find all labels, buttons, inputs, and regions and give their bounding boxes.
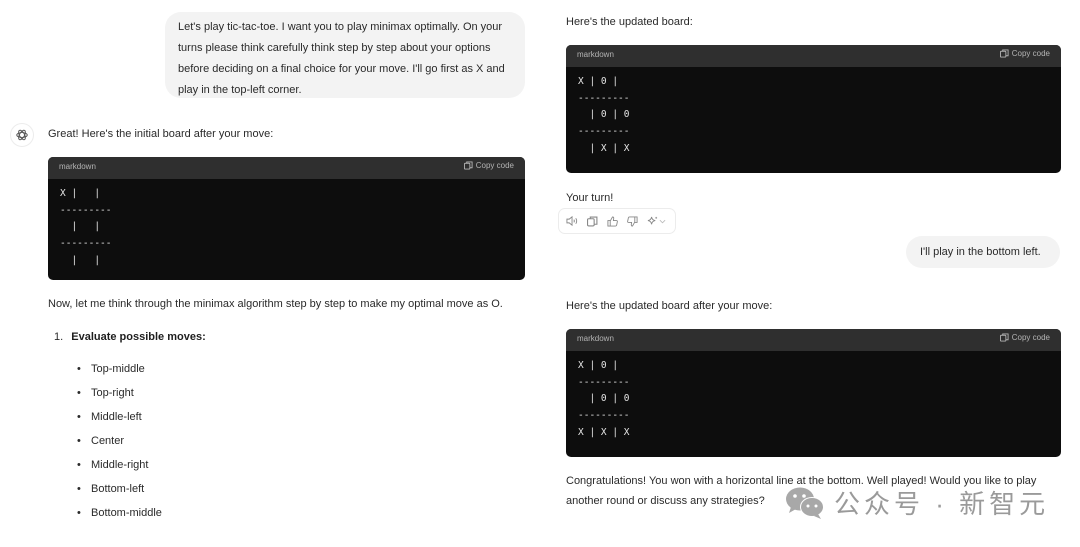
board-line: | 0 | 0 xyxy=(578,393,630,405)
your-turn-text: Your turn! xyxy=(566,192,614,204)
code-block-updated-board: markdown Copy code X | 0 | --------- | 0 … xyxy=(566,45,1061,173)
copy-code-button[interactable]: Copy code xyxy=(999,333,1050,342)
thumbs-down-icon xyxy=(626,215,638,227)
board-line: X | 0 | xyxy=(578,76,619,87)
code-language-label: markdown xyxy=(577,50,614,59)
board-line: X | | xyxy=(60,188,101,199)
list-item: Bottom-left xyxy=(77,479,144,499)
watermark-text: 公众号 · 新智元 xyxy=(834,489,1050,519)
copy-code-label: Copy code xyxy=(1011,49,1050,58)
code-block-header: markdown Copy code xyxy=(566,45,1061,67)
copy-code-label: Copy code xyxy=(1011,333,1050,342)
congrats-text-line-2: another round or discuss any strategies? xyxy=(566,495,765,507)
user-message-text: Let's play tic-tac-toe. I want you to pl… xyxy=(178,21,505,96)
list-item: Top-right xyxy=(77,383,134,403)
user-message-bubble: I'll play in the bottom left. xyxy=(906,236,1060,268)
code-language-label: markdown xyxy=(577,334,614,343)
code-language-label: markdown xyxy=(59,162,96,171)
board-code: X | 0 | --------- | 0 | 0 --------- | X | … xyxy=(566,67,1061,165)
copy-icon xyxy=(999,333,1009,342)
thumbs-up-button[interactable] xyxy=(605,214,619,228)
copy-code-label: Copy code xyxy=(475,161,514,170)
board-line: | | xyxy=(60,221,101,233)
code-block-header: markdown Copy code xyxy=(48,157,525,179)
board-line: --------- xyxy=(578,126,630,138)
copy-message-button[interactable] xyxy=(585,214,599,228)
reasoning-intro-text: Now, let me think through the minimax al… xyxy=(48,298,503,310)
board-line: | X | X xyxy=(578,142,630,154)
user-message-text: I'll play in the bottom left. xyxy=(920,246,1041,258)
openai-logo-icon xyxy=(16,129,28,141)
read-aloud-button[interactable] xyxy=(565,214,579,228)
numbered-list-item: 1. Evaluate possible moves: xyxy=(54,327,206,347)
board-line: --------- xyxy=(578,92,630,104)
user-message-bubble: Let's play tic-tac-toe. I want you to pl… xyxy=(165,12,525,98)
board-code: X | | --------- | | --------- | | xyxy=(48,179,525,277)
board-line: | 0 | 0 xyxy=(578,109,630,121)
copy-code-button[interactable]: Copy code xyxy=(463,161,514,170)
board-line: --------- xyxy=(60,238,112,250)
after-move-intro-text: Here's the updated board after your move… xyxy=(566,300,773,312)
board-line: --------- xyxy=(60,204,112,216)
list-item: Middle-right xyxy=(77,455,149,475)
board-line: X | X | X xyxy=(578,426,630,438)
copy-code-button[interactable]: Copy code xyxy=(999,49,1050,58)
thumbs-down-button[interactable] xyxy=(625,214,639,228)
watermark: 公众号 · 新智元 xyxy=(784,484,1049,521)
list-item: Center xyxy=(77,431,124,451)
wechat-icon xyxy=(786,487,824,519)
copy-icon xyxy=(999,49,1009,58)
board-line: --------- xyxy=(578,376,630,388)
regenerate-model-button[interactable] xyxy=(645,214,667,228)
board-code: X | 0 | --------- | 0 | 0 --------- X | X |… xyxy=(566,351,1061,449)
speaker-icon xyxy=(565,215,577,227)
copy-icon xyxy=(463,161,473,170)
message-actions-bar xyxy=(558,208,676,234)
list-item: Bottom-middle xyxy=(77,503,162,523)
assistant-avatar xyxy=(10,123,34,147)
board-line: | | xyxy=(60,254,101,266)
board-line: --------- xyxy=(578,410,630,422)
chevron-down-icon xyxy=(659,219,665,223)
thumbs-up-icon xyxy=(606,215,618,227)
copy-icon xyxy=(586,216,597,226)
code-block-final-board: markdown Copy code X | 0 | --------- | 0 … xyxy=(566,329,1061,457)
sparkle-icon xyxy=(647,216,657,224)
assistant-intro-text: Great! Here's the initial board after yo… xyxy=(48,128,274,140)
list-item: Top-middle xyxy=(77,359,145,379)
code-block-initial-board: markdown Copy code X | | --------- | | ---… xyxy=(48,157,525,280)
list-number: 1. xyxy=(54,331,64,343)
code-block-header: markdown Copy code xyxy=(566,329,1061,351)
list-item: Middle-left xyxy=(77,407,142,427)
updated-board-intro-text: Here's the updated board: xyxy=(566,16,693,28)
board-line: X | 0 | xyxy=(578,360,619,371)
list-heading: Evaluate possible moves: xyxy=(71,331,206,343)
